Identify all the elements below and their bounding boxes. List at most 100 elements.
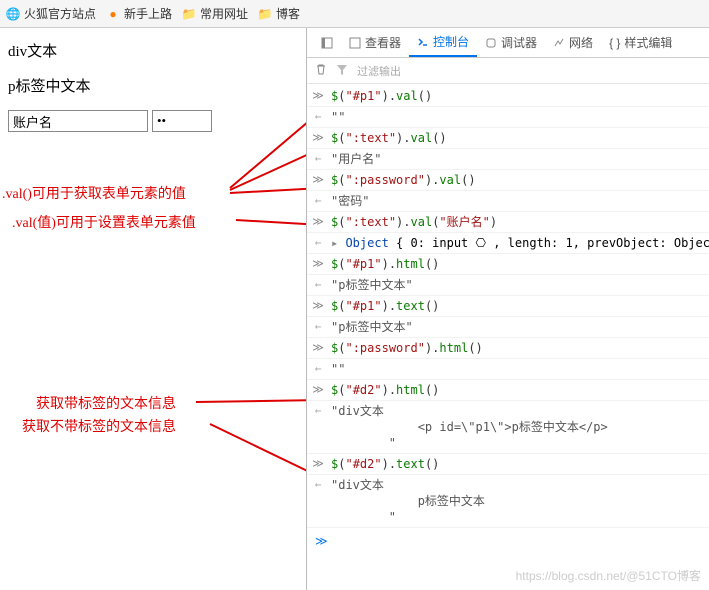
- console-code: $("#p1").html(): [331, 256, 439, 272]
- console-output-row: "p标签中文本": [307, 317, 709, 338]
- input-arrow-icon: [311, 456, 325, 472]
- bookmark-label: 常用网址: [200, 5, 248, 22]
- tab-debugger[interactable]: 调试器: [477, 28, 545, 57]
- bookmark-common-sites[interactable]: 📁 常用网址: [182, 5, 248, 22]
- console-result: "密码": [331, 193, 369, 209]
- output-arrow-icon: [311, 235, 325, 251]
- devtools-panel: 查看器 控制台 调试器 网络 { } 样式编辑 过滤输出 $("#p1").va…: [306, 28, 709, 590]
- console-output[interactable]: $("#p1").val() "" $(":text").val() "用户名"…: [307, 84, 709, 590]
- div-text: div文本: [8, 40, 297, 61]
- trash-icon[interactable]: [315, 63, 327, 78]
- console-input-row: $(":text").val(): [307, 128, 709, 149]
- network-icon: [553, 37, 565, 49]
- filter-input-placeholder[interactable]: 过滤输出: [357, 63, 401, 79]
- console-output-row: "div文本 p标签中文本 ": [307, 475, 709, 528]
- console-input-row: $("#p1").val(): [307, 86, 709, 107]
- devtools-tabs: 查看器 控制台 调试器 网络 { } 样式编辑: [307, 28, 709, 58]
- form-row: [8, 110, 297, 132]
- console-input-row: $("#p1").text(): [307, 296, 709, 317]
- firefox-icon: ●: [106, 7, 120, 21]
- input-arrow-icon: [311, 214, 325, 230]
- console-code: $(":text").val("账户名"): [331, 214, 497, 230]
- console-input-row: $("#p1").html(): [307, 254, 709, 275]
- p-text: p标签中文本: [8, 75, 297, 96]
- bookmark-label: 火狐官方站点: [24, 5, 96, 22]
- tab-label: 样式编辑: [624, 34, 672, 51]
- console-input-row: $("#d2").text(): [307, 454, 709, 475]
- console-input-row: $("#d2").html(): [307, 380, 709, 401]
- filter-icon[interactable]: [337, 64, 347, 78]
- tab-style-editor[interactable]: { } 样式编辑: [601, 28, 680, 57]
- debugger-icon: [485, 37, 497, 49]
- input-arrow-icon: [311, 340, 325, 356]
- output-arrow-icon: [311, 403, 325, 419]
- input-arrow-icon: [311, 256, 325, 272]
- output-arrow-icon: [311, 319, 325, 335]
- console-code: $("#d2").html(): [331, 382, 439, 398]
- output-arrow-icon: [311, 277, 325, 293]
- input-arrow-icon: [311, 172, 325, 188]
- annotation-val-get: .val()可用于获取表单元素的值: [2, 183, 186, 203]
- element-icon: ⎔: [476, 236, 486, 250]
- console-result: "div文本 <p id=\"p1\">p标签中文本</p> ": [331, 403, 608, 451]
- input-arrow-icon: [311, 298, 325, 314]
- console-input-row: $(":password").val(): [307, 170, 709, 191]
- console-result: "p标签中文本": [331, 277, 413, 293]
- globe-icon: 🌐: [6, 7, 20, 21]
- console-input-row: $(":text").val("账户名"): [307, 212, 709, 233]
- console-output-row: "div文本 <p id=\"p1\">p标签中文本</p> ": [307, 401, 709, 454]
- console-result: "": [331, 361, 345, 377]
- tab-network[interactable]: 网络: [545, 28, 601, 57]
- console-code: $("#p1").text(): [331, 298, 439, 314]
- console-result: "p标签中文本": [331, 319, 413, 335]
- annotation-val-set: .val(值)可用于设置表单元素值: [12, 212, 196, 232]
- console-prompt[interactable]: ≫: [307, 528, 709, 554]
- tab-label: 调试器: [501, 34, 537, 51]
- console-code: $(":password").html(): [331, 340, 483, 356]
- folder-icon: 📁: [258, 7, 272, 21]
- console-code: $("#d2").text(): [331, 456, 439, 472]
- inspector-icon: [349, 37, 361, 49]
- folder-icon: 📁: [182, 7, 196, 21]
- input-arrow-icon: [311, 382, 325, 398]
- console-result: "": [331, 109, 345, 125]
- console-code: $(":text").val(): [331, 130, 447, 146]
- console-result: "div文本 p标签中文本 ": [331, 477, 485, 525]
- console-output-row: "用户名": [307, 149, 709, 170]
- annotation-text-get: 获取不带标签的文本信息: [22, 416, 176, 436]
- output-arrow-icon: [311, 193, 325, 209]
- account-input[interactable]: [8, 110, 148, 132]
- console-result: "用户名": [331, 151, 381, 167]
- bookmark-blog[interactable]: 📁 博客: [258, 5, 300, 22]
- console-result: ▸ Object { 0: input ⎔ , length: 1, prevO…: [331, 235, 709, 251]
- devtools-dock-icon[interactable]: [313, 28, 341, 57]
- input-arrow-icon: [311, 130, 325, 146]
- dock-icon: [321, 37, 333, 49]
- bookmark-newbie[interactable]: ● 新手上路: [106, 5, 172, 22]
- tab-label: 网络: [569, 34, 593, 51]
- output-arrow-icon: [311, 477, 325, 493]
- tab-label: 查看器: [365, 34, 401, 51]
- input-arrow-icon: [311, 88, 325, 104]
- bookmark-firefox-site[interactable]: 🌐 火狐官方站点: [6, 5, 96, 22]
- password-input[interactable]: [152, 110, 212, 132]
- console-output-row: "": [307, 359, 709, 380]
- bookmark-label: 博客: [276, 5, 300, 22]
- output-arrow-icon: [311, 361, 325, 377]
- watermark: https://blog.csdn.net/@51CTO博客: [516, 567, 701, 584]
- bookmark-bar: 🌐 火狐官方站点 ● 新手上路 📁 常用网址 📁 博客: [0, 0, 709, 28]
- console-icon: [417, 36, 429, 48]
- console-output-row: "": [307, 107, 709, 128]
- tab-label: 控制台: [433, 33, 469, 50]
- console-output-row: "p标签中文本": [307, 275, 709, 296]
- tab-inspector[interactable]: 查看器: [341, 28, 409, 57]
- output-arrow-icon: [311, 109, 325, 125]
- console-code: $("#p1").val(): [331, 88, 432, 104]
- console-toolbar: 过滤输出: [307, 58, 709, 84]
- output-arrow-icon: [311, 151, 325, 167]
- console-input-row: $(":password").html(): [307, 338, 709, 359]
- style-icon: { }: [609, 36, 620, 50]
- console-output-row: ▸ Object { 0: input ⎔ , length: 1, prevO…: [307, 233, 709, 254]
- page-content: div文本 p标签中文本 .val()可用于获取表单元素的值 .val(值)可用…: [0, 28, 305, 590]
- tab-console[interactable]: 控制台: [409, 28, 477, 57]
